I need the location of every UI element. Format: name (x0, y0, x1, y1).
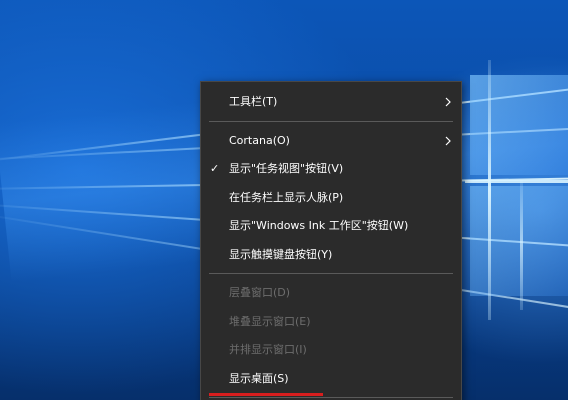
menu-item-show-people[interactable]: 在任务栏上显示人脉(P) (201, 184, 461, 213)
checkmark-icon: ✓ (210, 162, 220, 175)
highlight-marker (209, 393, 323, 396)
menu-item-label: Cortana(O) (229, 133, 290, 147)
menu-item-label: 工具栏(T) (229, 95, 278, 108)
menu-item-show-task-view-button[interactable]: ✓ 显示"任务视图"按钮(V) (201, 155, 461, 184)
menu-separator (209, 120, 453, 122)
menu-item-label: 显示"任务视图"按钮(V) (229, 162, 344, 175)
taskbar-context-menu: 工具栏(T) Cortana(O) ✓ 显示"任务视图"按钮(V) 在任务栏上显… (200, 81, 462, 400)
menu-item-show-windows-ink-button[interactable]: 显示"Windows Ink 工作区"按钮(W) (201, 212, 461, 241)
menu-item-cortana[interactable]: Cortana(O) (201, 127, 461, 156)
menu-item-label: 层叠窗口(D) (229, 286, 291, 299)
menu-item-label: 堆叠显示窗口(E) (229, 314, 311, 328)
menu-item-cascade-windows: 层叠窗口(D) (201, 279, 461, 308)
menu-item-show-touch-keyboard-button[interactable]: 显示触摸键盘按钮(Y) (201, 241, 461, 270)
menu-item-label: 显示触摸键盘按钮(Y) (229, 247, 333, 261)
chevron-right-icon (445, 136, 451, 145)
chevron-right-icon (445, 97, 451, 107)
window-frame-line (465, 180, 568, 183)
menu-item-show-desktop[interactable]: 显示桌面(S) (201, 365, 461, 394)
window-pane (470, 75, 568, 175)
menu-item-label: 显示桌面(S) (229, 371, 289, 385)
menu-item-stack-windows: 堆叠显示窗口(E) (201, 308, 461, 337)
menu-item-label: 在任务栏上显示人脉(P) (229, 190, 344, 204)
window-frame-line (520, 180, 523, 310)
menu-item-label: 显示"Windows Ink 工作区"按钮(W) (229, 219, 409, 232)
window-frame-line (488, 60, 491, 320)
menu-separator (209, 397, 453, 398)
window-pane (470, 186, 568, 296)
menu-separator (209, 273, 453, 274)
menu-item-side-by-side-windows: 并排显示窗口(I) (201, 336, 461, 365)
menu-item-toolbars[interactable]: 工具栏(T) (201, 88, 461, 117)
menu-item-label: 并排显示窗口(I) (229, 343, 307, 356)
